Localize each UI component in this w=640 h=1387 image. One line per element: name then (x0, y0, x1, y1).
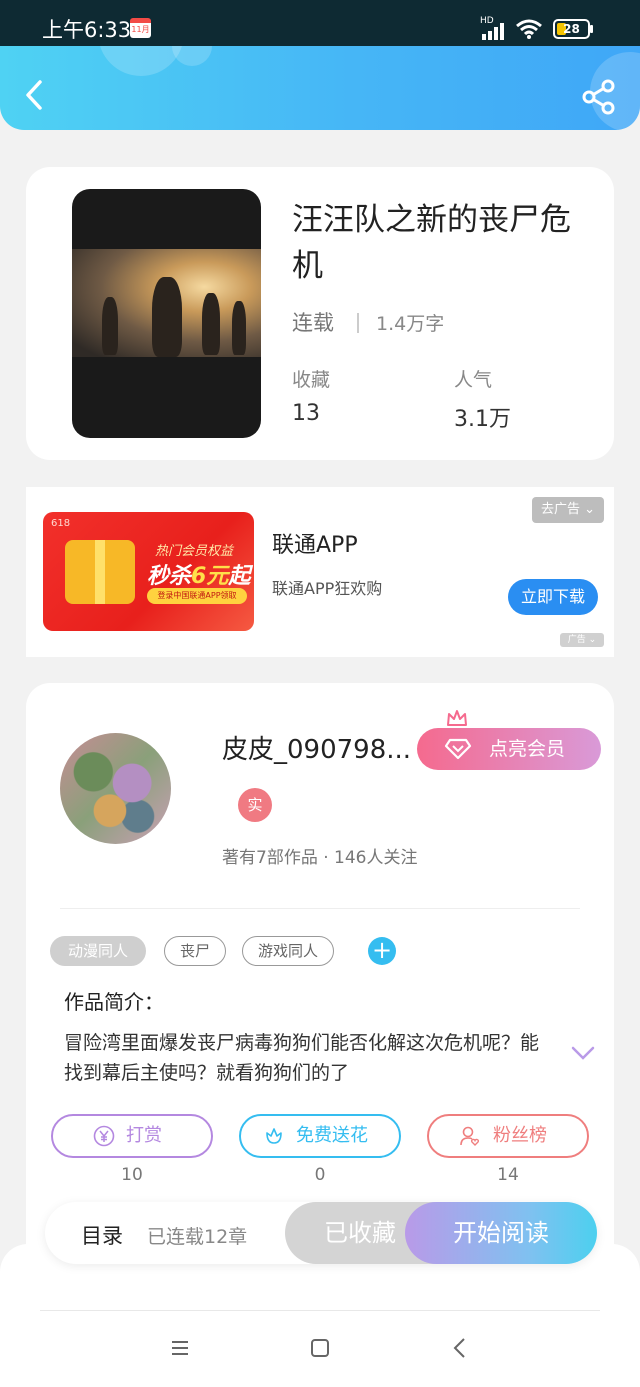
vip-button[interactable]: 点亮会员 (417, 728, 601, 770)
status-time: 上午6:33 (42, 18, 132, 42)
cover-art (72, 249, 261, 357)
fan-rank-label: 粉丝榜 (493, 1125, 547, 1146)
toc-button[interactable]: 目录 (81, 1220, 123, 1250)
book-title: 汪汪队之新的丧尸危机 (292, 202, 571, 284)
fan-rank-button[interactable]: 粉丝榜 (427, 1114, 589, 1158)
collect-value: 13 (292, 401, 320, 426)
intro-text: 冒险湾里面爆发丧尸病毒狗狗们能否化解这次危机呢？能找到幕后主使吗？就看狗狗们的了 (64, 1032, 540, 1084)
bottom-sheet (0, 1244, 640, 1387)
menu-icon[interactable] (166, 1334, 194, 1362)
collect-label: 收藏 (292, 369, 331, 391)
diamond-icon (444, 738, 472, 760)
tag-zombie[interactable]: 丧尸 (164, 936, 226, 966)
reading-bar: 目录 已连载12章 已收藏 开始阅读 (45, 1202, 597, 1264)
fan-count: 14 (497, 1165, 519, 1185)
share-button[interactable] (580, 78, 618, 116)
chapter-count[interactable]: 已连载12章 (147, 1222, 247, 1249)
author-name[interactable]: 皮皮_090798... (222, 729, 422, 766)
reward-label: 打赏 (126, 1125, 162, 1146)
author-stats: 著有7部作品 · 146人关注 (222, 848, 418, 868)
status-bar: 上午6:33 11月 HD 28 (0, 0, 640, 46)
ad-image[interactable]: 618 热门会员权益 秒杀6元起 登录中国联通APP领取 (43, 512, 254, 631)
ad-banner-pill: 登录中国联通APP领取 (147, 588, 247, 604)
ad-title: 联通APP (272, 533, 358, 558)
flower-icon (266, 1128, 282, 1144)
crown-icon (447, 710, 467, 726)
reward-count: 10 (121, 1165, 143, 1185)
popularity-label: 人气 (454, 369, 493, 391)
verified-badge: 实 (238, 788, 272, 822)
tag-anime-fanfic[interactable]: 动漫同人 (50, 936, 146, 966)
download-button[interactable]: 立即下载 (508, 579, 598, 615)
yen-icon (93, 1125, 115, 1147)
avatar[interactable] (60, 733, 171, 844)
battery-level: 28 (563, 22, 580, 36)
divider (357, 313, 359, 333)
chevron-down-icon[interactable] (571, 1045, 595, 1061)
ad-mark: 广告 ⌄ (560, 633, 604, 647)
ad-banner-line2: 秒杀6元起 (147, 564, 251, 589)
start-reading-button[interactable]: 开始阅读 (405, 1202, 597, 1264)
wifi-icon (516, 19, 542, 39)
ad-banner-line1: 热门会员权益 (155, 544, 234, 559)
free-flower-label: 免费送花 (296, 1125, 368, 1146)
add-tag-button[interactable]: + (368, 937, 396, 965)
vip-label: 点亮会员 (489, 738, 566, 760)
battery-icon: 28 (553, 19, 590, 39)
header-bar: 上午6:33 11月 HD 28 (0, 0, 640, 130)
word-count: 1.4万字 (376, 313, 445, 335)
calendar-icon: 11月 (130, 18, 151, 38)
signal-icon (482, 23, 504, 40)
divider (40, 1310, 600, 1311)
book-status: 连载 (292, 311, 334, 335)
home-icon[interactable] (306, 1334, 334, 1362)
ad-logo: 618 (51, 518, 71, 529)
ad-description: 联通APP狂欢购 (272, 579, 383, 598)
remove-ad-button[interactable]: 去广告 ⌄ (532, 497, 604, 523)
tag-game-fanfic[interactable]: 游戏同人 (242, 936, 334, 966)
divider (60, 908, 580, 909)
author-card: 皮皮_090798... 点亮会员 实 著有7部作品 · 146人关注 动漫同人… (26, 683, 614, 1283)
flower-count: 0 (314, 1165, 326, 1185)
reward-button[interactable]: 打赏 (51, 1114, 213, 1158)
book-info-card: 汪汪队之新的丧尸危机 连载 1.4万字 收藏 13 人气 3.1万 (26, 167, 614, 460)
book-cover[interactable] (72, 189, 261, 438)
back-button[interactable] (18, 78, 52, 112)
free-flower-button[interactable]: 免费送花 (239, 1114, 401, 1158)
intro-heading: 作品简介： (64, 990, 164, 1014)
nav-back-icon[interactable] (446, 1334, 474, 1362)
fan-icon (460, 1126, 480, 1146)
popularity-value: 3.1万 (454, 407, 511, 432)
gift-ribbon (95, 540, 105, 604)
ad-banner[interactable]: 618 热门会员权益 秒杀6元起 登录中国联通APP领取 去广告 ⌄ 联通APP… (26, 487, 614, 657)
